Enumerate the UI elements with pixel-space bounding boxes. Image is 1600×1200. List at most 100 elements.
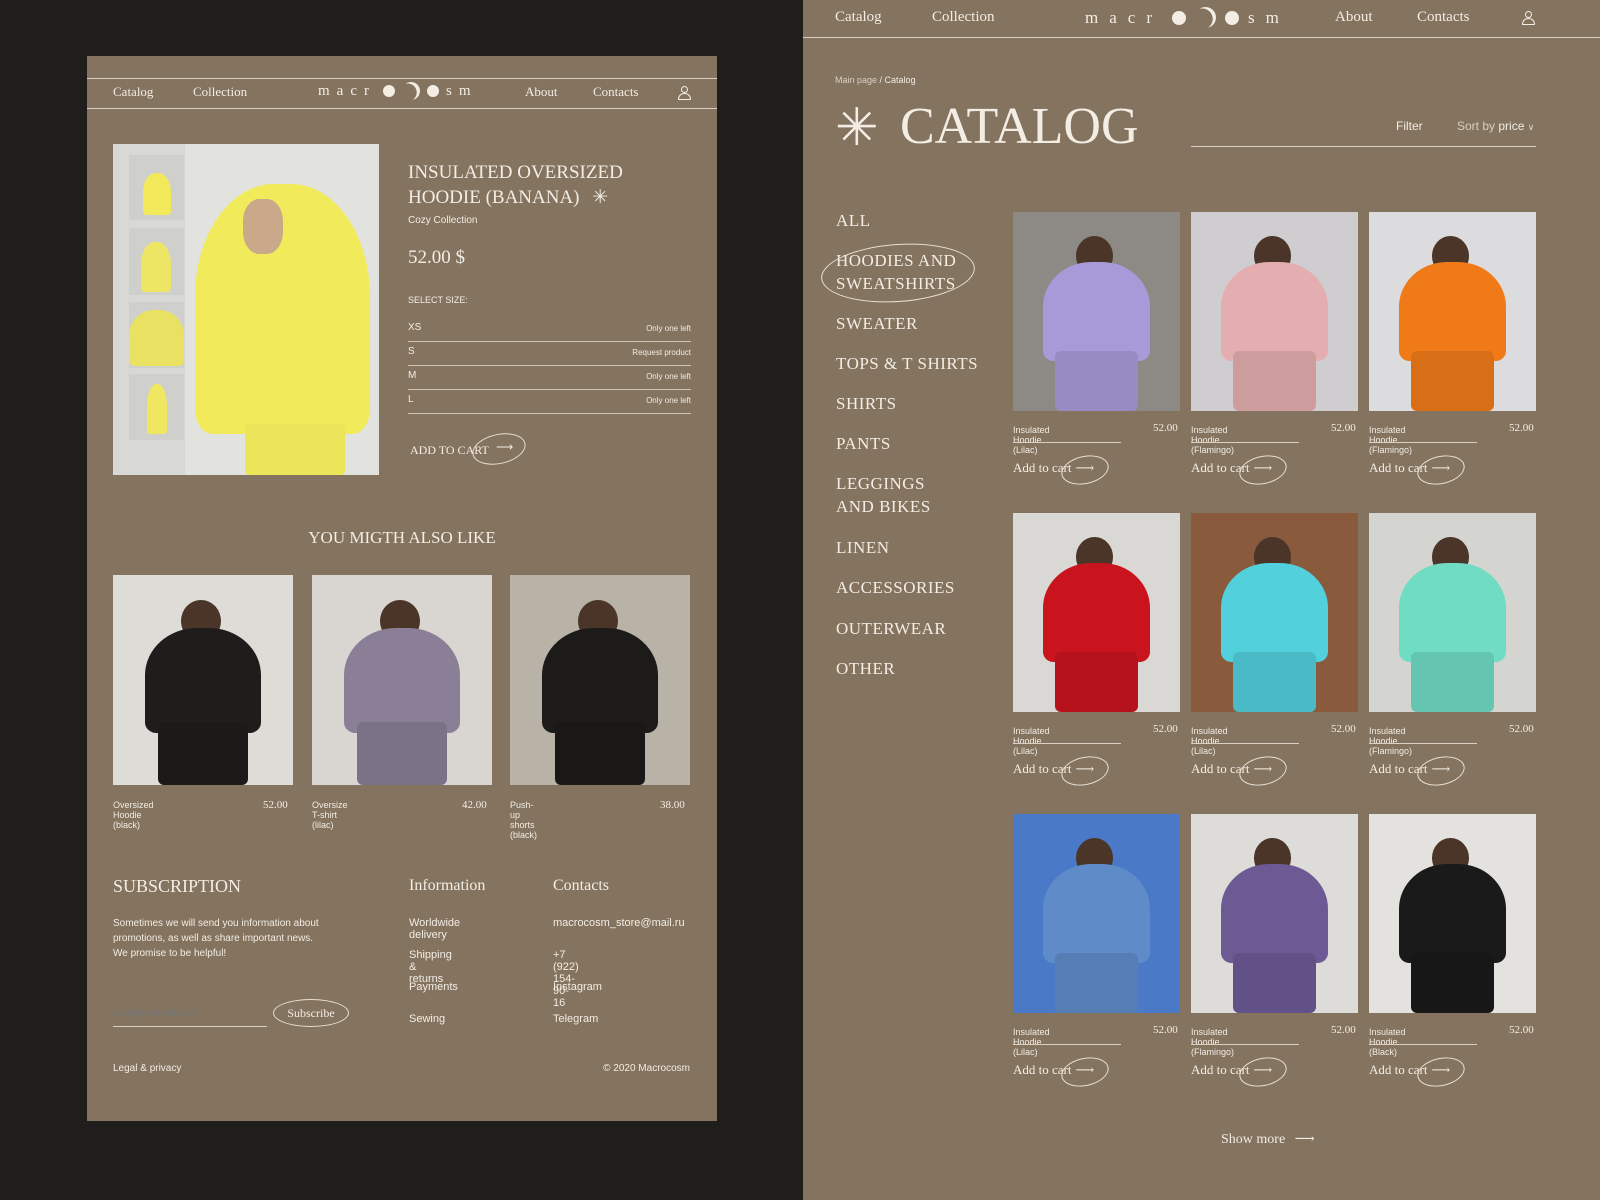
size-option[interactable]: L Only one left bbox=[408, 390, 691, 414]
also-like-image[interactable] bbox=[312, 575, 492, 785]
product-image[interactable] bbox=[1013, 212, 1180, 411]
product-price: 52.00 bbox=[1331, 723, 1356, 735]
product-image[interactable] bbox=[1013, 814, 1180, 1013]
garment-bottom bbox=[1054, 652, 1139, 712]
product-image[interactable] bbox=[1191, 814, 1358, 1013]
also-like-image[interactable] bbox=[510, 575, 690, 785]
product-name-underline bbox=[1369, 743, 1477, 744]
product-name[interactable]: Insulated Hoodie (Flamingo) bbox=[1191, 425, 1234, 455]
also-like-name[interactable]: Oversized Hoodie (black) bbox=[113, 800, 154, 830]
product-name[interactable]: Insulated Hoodie (Flamingo) bbox=[1191, 1027, 1234, 1057]
category-item[interactable]: SHIRTS bbox=[836, 392, 897, 415]
category-item[interactable]: ACCESSORIES bbox=[836, 576, 955, 599]
add-to-cart-button[interactable]: Add to cart ⟶ bbox=[1191, 752, 1290, 790]
category-item[interactable]: OTHER bbox=[836, 657, 895, 680]
add-to-cart-button[interactable]: Add to cart ⟶ bbox=[1191, 1053, 1290, 1091]
nav-collection[interactable]: Collection bbox=[932, 9, 995, 26]
product-title-line1: INSULATED OVERSIZED bbox=[408, 162, 623, 183]
nav-contacts[interactable]: Contacts bbox=[593, 84, 639, 100]
size-option[interactable]: M Only one left bbox=[408, 366, 691, 390]
nav-collection[interactable]: Collection bbox=[193, 84, 247, 100]
product-image[interactable] bbox=[1369, 814, 1536, 1013]
contact-link[interactable]: Telegram bbox=[553, 1013, 598, 1025]
subscribe-button[interactable]: Subscribe bbox=[273, 999, 349, 1027]
product-name[interactable]: Insulated Hoodie (Lilac) bbox=[1191, 726, 1228, 756]
legal-link[interactable]: Legal & privacy bbox=[113, 1063, 181, 1074]
add-to-cart-button[interactable]: Add to cart ⟶ bbox=[1369, 451, 1468, 489]
information-link[interactable]: Worldwide delivery bbox=[409, 917, 460, 941]
product-price: 52.00 bbox=[1331, 422, 1356, 434]
product-name[interactable]: Insulated Hoodie (Lilac) bbox=[1013, 1027, 1050, 1057]
garment-top bbox=[542, 627, 658, 733]
product-name-underline bbox=[1013, 743, 1121, 744]
email-input[interactable] bbox=[113, 1001, 267, 1027]
show-more-button[interactable]: Show more ⟶ bbox=[1221, 1131, 1315, 1148]
product-name[interactable]: Insulated Hoodie (Flamingo) bbox=[1369, 726, 1412, 756]
oval-decoration bbox=[1236, 752, 1290, 790]
product-name[interactable]: Insulated Hoodie (Lilac) bbox=[1013, 425, 1050, 455]
contacts-title: Contacts bbox=[553, 877, 609, 894]
add-to-cart-button[interactable]: Add to cart ⟶ bbox=[1013, 752, 1112, 790]
filter-button[interactable]: Filter bbox=[1396, 119, 1423, 133]
nav-catalog[interactable]: Catalog bbox=[835, 9, 882, 26]
user-icon[interactable] bbox=[678, 86, 691, 100]
logo-text-left: macr bbox=[1085, 7, 1163, 27]
add-to-cart-button[interactable]: Add to cart ⟶ bbox=[1013, 1053, 1112, 1091]
product-name-underline bbox=[1191, 743, 1299, 744]
information-link[interactable]: Shipping & returns bbox=[409, 949, 452, 985]
nav-contacts[interactable]: Contacts bbox=[1417, 9, 1470, 26]
thumbnail[interactable] bbox=[129, 228, 184, 295]
sort-dropdown[interactable]: Sort by price ∨ bbox=[1457, 119, 1534, 133]
category-item[interactable]: PANTS bbox=[836, 432, 891, 455]
information-link[interactable]: Sewing bbox=[409, 1013, 445, 1025]
product-image[interactable] bbox=[1191, 212, 1358, 411]
thumbnail[interactable] bbox=[129, 155, 184, 220]
add-to-cart-button[interactable]: Add to cart ⟶ bbox=[1369, 752, 1468, 790]
product-image[interactable] bbox=[1013, 513, 1180, 712]
contact-link[interactable]: macrocosm_store@mail.ru bbox=[553, 917, 685, 929]
thumbnail[interactable] bbox=[129, 302, 184, 368]
also-like-image[interactable] bbox=[113, 575, 293, 785]
add-to-cart-button[interactable]: Add to cart ⟶ bbox=[1369, 1053, 1468, 1091]
also-like-name[interactable]: Push-up shorts (black) bbox=[510, 800, 537, 840]
size-option[interactable]: S Request product bbox=[408, 342, 691, 366]
breadcrumb-main-page[interactable]: Main page bbox=[835, 75, 877, 85]
user-icon[interactable] bbox=[1522, 11, 1535, 25]
nav-about[interactable]: About bbox=[1335, 9, 1373, 26]
breadcrumb: Main page / Catalog bbox=[835, 75, 916, 85]
thumbnail[interactable] bbox=[129, 374, 184, 440]
add-to-cart-button[interactable]: Add to cart ⟶ bbox=[1191, 451, 1290, 489]
nav-about[interactable]: About bbox=[525, 84, 558, 100]
product-page: Catalog Collection macr sm About Contact… bbox=[87, 56, 717, 1121]
category-item[interactable]: LEGGINGS AND BIKES bbox=[836, 472, 931, 518]
category-item[interactable]: SWEATER bbox=[836, 312, 918, 335]
nav-catalog[interactable]: Catalog bbox=[113, 84, 153, 100]
add-to-cart-button[interactable]: Add to cart ⟶ bbox=[1013, 451, 1112, 489]
category-item[interactable]: OUTERWEAR bbox=[836, 617, 946, 640]
size-option[interactable]: XS Only one left bbox=[408, 318, 691, 342]
sparkle-icon: ✳ bbox=[835, 99, 879, 157]
logo[interactable]: macr sm bbox=[318, 82, 478, 100]
product-image[interactable] bbox=[1369, 212, 1536, 411]
contact-link[interactable]: Instagram bbox=[553, 981, 602, 993]
also-like-name[interactable]: Oversize T-shirt (lilac) bbox=[312, 800, 348, 830]
garment-bottom bbox=[1054, 351, 1139, 411]
category-item[interactable]: TOPS & T SHIRTS bbox=[836, 352, 978, 375]
product-image[interactable] bbox=[1191, 513, 1358, 712]
garment-top bbox=[1399, 261, 1506, 362]
category-item[interactable]: ALL bbox=[836, 209, 871, 232]
product-image[interactable] bbox=[1369, 513, 1536, 712]
garment-top bbox=[1221, 562, 1328, 663]
subscription-text-line: Sometimes we will send you information a… bbox=[113, 918, 319, 929]
category-item[interactable]: LINEN bbox=[836, 536, 889, 559]
product-price: 52.00 bbox=[1509, 1024, 1534, 1036]
product-price: 52.00 bbox=[1509, 723, 1534, 735]
logo-moon-icon bbox=[1193, 5, 1217, 29]
add-to-cart-button[interactable]: ADD TO CART ⟶ bbox=[410, 428, 530, 472]
product-name[interactable]: Insulated Hoodie (Flamingo) bbox=[1369, 425, 1412, 455]
logo[interactable]: macr sm bbox=[1085, 7, 1290, 28]
product-name[interactable]: Insulated Hoodie (Lilac) bbox=[1013, 726, 1050, 756]
information-link[interactable]: Payments bbox=[409, 981, 458, 993]
product-name[interactable]: Insulated Hoodie (Black) bbox=[1369, 1027, 1406, 1057]
contact-link[interactable]: +7 (922) 154-90-16 bbox=[553, 949, 579, 1009]
